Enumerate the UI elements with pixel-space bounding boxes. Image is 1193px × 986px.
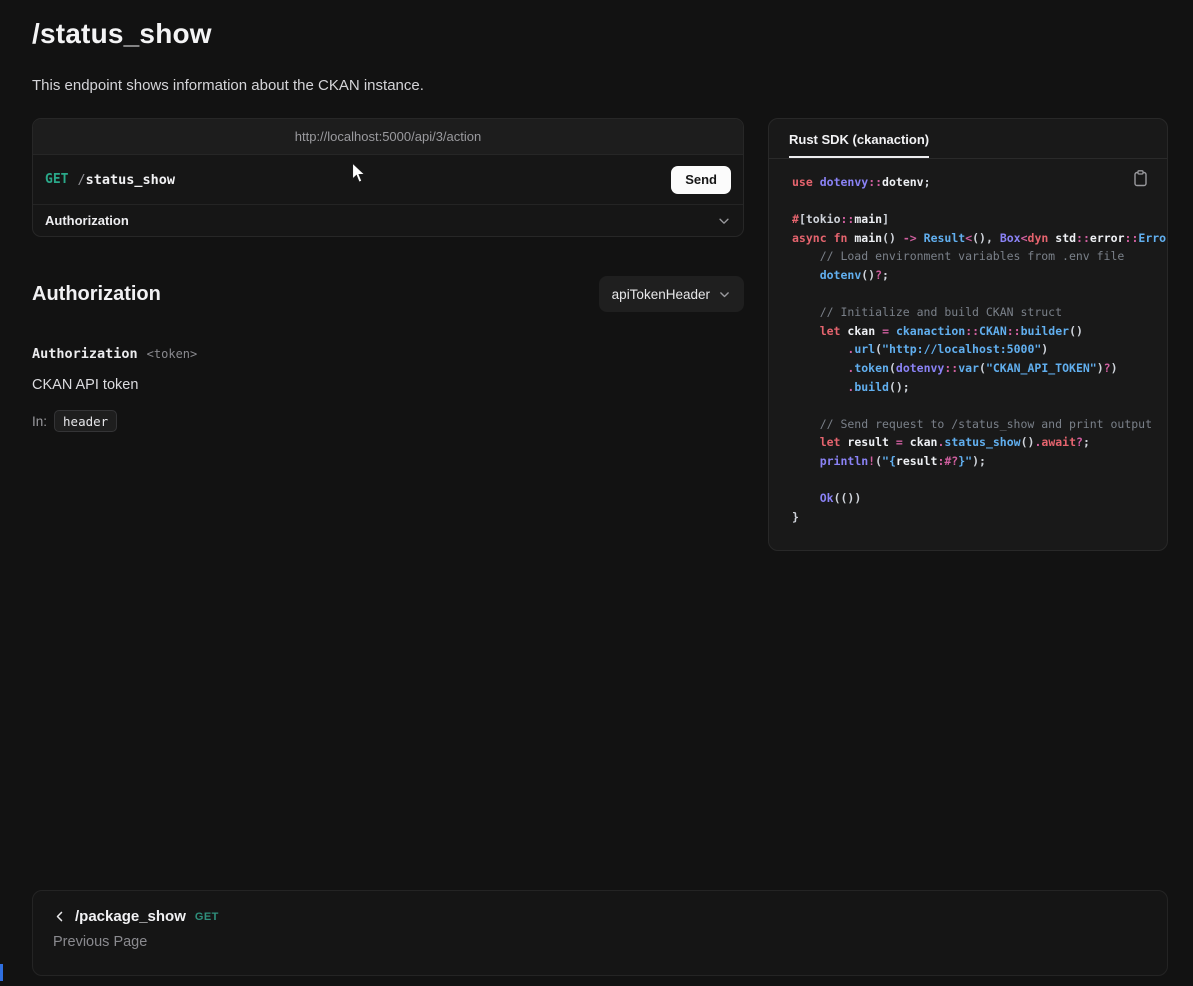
- previous-page-caption: Previous Page: [53, 934, 1147, 950]
- auth-param-row: Authorization <token>: [32, 346, 197, 362]
- auth-scheme-value: apiTokenHeader: [612, 287, 710, 302]
- path-slash: /: [77, 172, 85, 188]
- previous-page-path: /package_show: [75, 908, 186, 925]
- chevron-down-icon: [717, 214, 731, 228]
- request-row: GET /status_show Send: [33, 155, 743, 204]
- auth-in-row: In: header: [32, 410, 117, 432]
- auth-in-badge: header: [54, 410, 117, 432]
- previous-page-method: GET: [195, 911, 219, 923]
- request-card: http://localhost:5000/api/3/action GET /…: [32, 118, 744, 237]
- http-method-badge: GET: [45, 172, 68, 187]
- sdk-panel-header: Rust SDK (ckanaction): [769, 119, 1167, 159]
- sdk-code-panel: Rust SDK (ckanaction) use dotenvy::doten…: [768, 118, 1168, 551]
- auth-in-label: In:: [32, 414, 47, 429]
- send-button[interactable]: Send: [671, 166, 731, 194]
- accent-bar: [0, 964, 3, 981]
- base-url: http://localhost:5000/api/3/action: [33, 119, 743, 155]
- code-block: use dotenvy::dotenv; #[tokio::main]async…: [792, 173, 1167, 526]
- auth-scheme-select[interactable]: apiTokenHeader: [599, 276, 744, 312]
- copy-button[interactable]: [1131, 168, 1150, 189]
- authorization-heading: Authorization: [32, 283, 161, 306]
- auth-param-type: <token>: [147, 347, 198, 361]
- page-title: /status_show: [32, 18, 212, 50]
- previous-page-row: /package_show GET: [53, 908, 1147, 925]
- previous-page-link[interactable]: /package_show GET Previous Page: [32, 890, 1168, 976]
- auth-param-name: Authorization: [32, 346, 138, 362]
- endpoint-description: This endpoint shows information about th…: [32, 77, 424, 94]
- chevron-down-icon: [718, 288, 731, 301]
- chevron-left-icon: [53, 910, 66, 923]
- code-body: use dotenvy::dotenv; #[tokio::main]async…: [769, 159, 1167, 526]
- clipboard-icon: [1133, 170, 1148, 187]
- request-auth-expander[interactable]: Authorization: [33, 204, 743, 236]
- tab-rust-sdk[interactable]: Rust SDK (ckanaction): [789, 132, 929, 158]
- authorization-section-header: Authorization apiTokenHeader: [32, 276, 744, 312]
- request-auth-label: Authorization: [45, 213, 129, 228]
- auth-param-description: CKAN API token: [32, 377, 138, 393]
- endpoint-path: /status_show: [77, 172, 175, 188]
- path-name: status_show: [86, 172, 175, 188]
- api-docs-page: /status_show This endpoint shows informa…: [0, 0, 1193, 986]
